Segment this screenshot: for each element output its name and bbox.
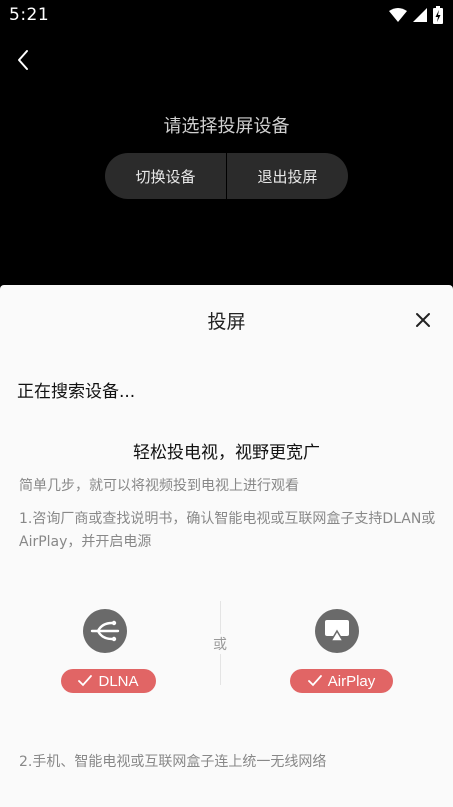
projection-title: 请选择投屏设备 xyxy=(163,116,290,137)
dlna-glyph xyxy=(90,620,120,642)
guide-heading: 轻松投电视，视野更宽广 xyxy=(133,443,320,463)
check-icon xyxy=(78,675,93,687)
dlna-label: DLNA xyxy=(98,672,139,690)
back-button[interactable] xyxy=(10,46,38,74)
guide-step-1: 1.咨询厂商或查找说明书，确认智能电视或互联网盒子支持DLAN或AirPlay，… xyxy=(19,511,436,550)
airplay-label: AirPlay xyxy=(327,672,376,690)
exit-projection-button[interactable]: 退出投屏 xyxy=(227,153,348,199)
guide-subtitle: 简单几步，就可以将视频投到电视上进行观看 xyxy=(19,478,299,494)
projection-action-group: 切换设备 退出投屏 xyxy=(105,153,348,199)
wifi-icon xyxy=(389,8,407,22)
chevron-left-icon xyxy=(18,50,28,70)
airplay-icon xyxy=(315,609,359,653)
switch-device-button[interactable]: 切换设备 xyxy=(105,153,226,199)
guide-step-2: 2.手机、智能电视或互联网盒子连上统一无线网络 xyxy=(19,754,327,770)
airplay-badge: AirPlay xyxy=(290,669,393,693)
or-text: 或 xyxy=(212,634,228,654)
dlna-badge: DLNA xyxy=(61,669,156,693)
projection-sheet: 投屏 正在搜索设备... 轻松投电视，视野更宽广 简单几步，就可以将视频投到电视… xyxy=(0,285,453,807)
battery-charging-icon xyxy=(433,6,443,24)
check-icon xyxy=(307,675,322,687)
close-button[interactable] xyxy=(415,312,431,328)
airplay-glyph xyxy=(325,620,349,642)
status-bar: 5:21 xyxy=(0,0,453,32)
status-time: 5:21 xyxy=(9,5,50,25)
protocol-options: DLNA 或 AirPlay xyxy=(0,601,453,711)
projection-control-area: 请选择投屏设备 切换设备 退出投屏 xyxy=(0,32,453,285)
dlna-icon xyxy=(83,609,127,653)
close-icon xyxy=(416,313,430,327)
signal-icon xyxy=(413,8,427,22)
sheet-header: 投屏 xyxy=(0,285,453,351)
sheet-title: 投屏 xyxy=(207,311,246,333)
status-icons xyxy=(389,6,443,24)
searching-status: 正在搜索设备... xyxy=(17,382,136,402)
